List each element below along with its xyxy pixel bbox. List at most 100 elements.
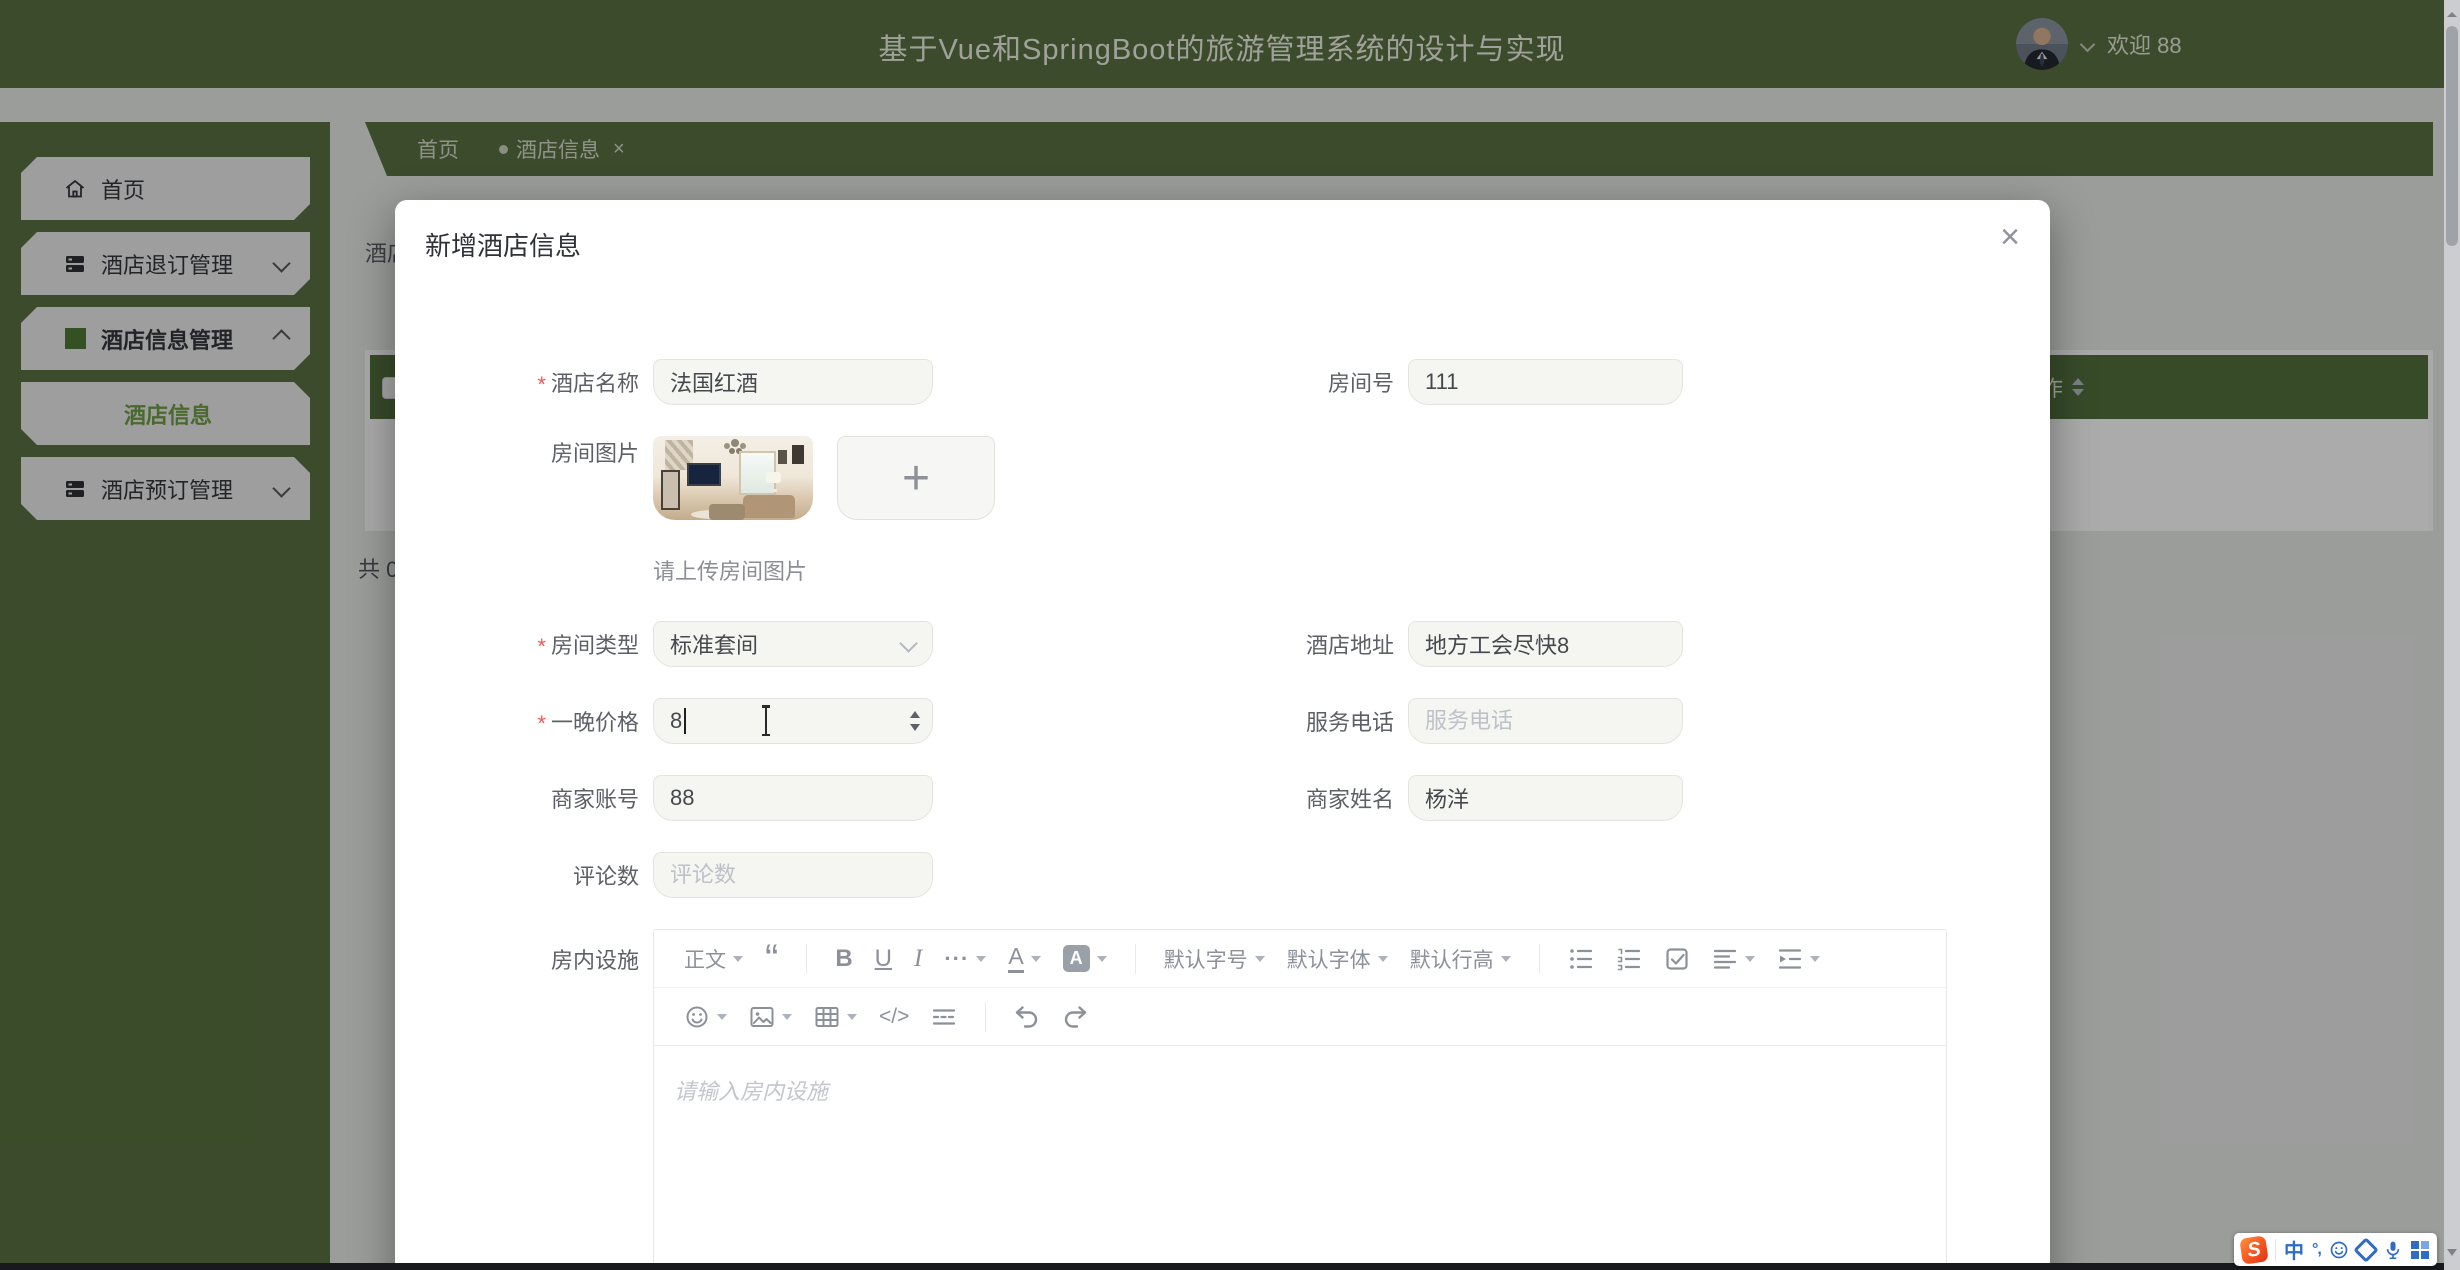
toolbar-emoji-button[interactable] [684, 1004, 727, 1030]
merchant-name-label: 商家姓名 [933, 782, 1408, 814]
merchant-name-input[interactable] [1408, 775, 1683, 821]
number-stepper[interactable] [910, 706, 920, 736]
dropdown-caret-icon [847, 1014, 857, 1025]
dropdown-caret-icon [1501, 956, 1511, 967]
toolbar-separator [806, 944, 807, 974]
toolbar-highlight-color-button[interactable]: A [1063, 945, 1107, 972]
price-input[interactable]: 8 [653, 698, 933, 744]
price-label: * 一晚价格 [395, 705, 653, 737]
ime-emoji-button[interactable] [2329, 1240, 2349, 1260]
toolbar-separator [2275, 1239, 2276, 1261]
todo-checkbox-icon [1664, 946, 1690, 972]
toolbar-table-button[interactable] [814, 1004, 857, 1030]
hotel-name-label: * 酒店名称 [395, 366, 653, 398]
service-phone-input[interactable] [1408, 698, 1683, 744]
toolbar-undo-button[interactable] [1014, 1004, 1040, 1030]
screen-bottom-edge [0, 1263, 2460, 1270]
toolbar-redo-button[interactable] [1062, 1004, 1088, 1030]
undo-icon [1014, 1004, 1040, 1030]
dropdown-caret-icon [1378, 956, 1388, 967]
sogou-logo-icon[interactable]: S [2239, 1235, 2268, 1264]
hotel-name-input[interactable] [653, 359, 933, 405]
required-star: * [537, 634, 546, 660]
room-type-select[interactable]: 标准套间 [653, 621, 933, 667]
stepper-down-icon[interactable] [910, 724, 920, 736]
toolbar-font-size-button[interactable]: 默认字号 [1164, 944, 1265, 974]
toolbar-indent-button[interactable] [1777, 946, 1820, 972]
hotel-address-input[interactable] [1408, 621, 1683, 667]
ime-language-button[interactable]: 中 [2284, 1235, 2304, 1264]
ibeam-cursor [765, 707, 767, 734]
add-hotel-dialog: 新增酒店信息 × * 酒店名称 房间号 [395, 200, 2050, 1270]
dialog-title: 新增酒店信息 [425, 231, 581, 261]
dropdown-caret-icon [976, 956, 986, 967]
toolbar-separator [1539, 944, 1540, 974]
toolbar-font-color-button[interactable]: A [1008, 944, 1040, 972]
merchant-account-input[interactable] [653, 775, 933, 821]
room-no-input[interactable] [1408, 359, 1683, 405]
plus-icon: + [902, 451, 930, 506]
browser-scrollbar[interactable] [2444, 0, 2460, 1270]
bullet-list-icon [1568, 946, 1594, 972]
dropdown-caret-icon [1097, 956, 1107, 967]
microphone-icon [2383, 1240, 2403, 1260]
stepper-up-icon[interactable] [910, 706, 920, 718]
chevron-down-icon [899, 634, 917, 652]
ime-voice-button[interactable] [2383, 1240, 2403, 1260]
scrollbar-up-arrow-icon[interactable] [2447, 7, 2457, 17]
editor-toolbar-row-1: 正文 “ B U I ··· A A [654, 930, 1946, 987]
dropdown-caret-icon [1745, 956, 1755, 967]
dropdown-caret-icon [733, 956, 743, 967]
toolbar-underline-button[interactable]: U [875, 945, 892, 973]
horizontal-rule-icon [931, 1004, 957, 1030]
ime-handwriting-button[interactable] [2357, 1241, 2375, 1259]
emoji-icon [684, 1004, 710, 1030]
redo-icon [1062, 1004, 1088, 1030]
room-image-label: 房间图片 [395, 436, 653, 468]
comment-count-label: 评论数 [395, 859, 653, 891]
toolbar-align-button[interactable] [1712, 946, 1755, 972]
toolbar-todo-button[interactable] [1664, 946, 1690, 972]
facilities-label: 房内设施 [395, 929, 653, 975]
toolbar-separator [1135, 944, 1136, 974]
editor-toolbar-row-2: </> [654, 987, 1946, 1046]
editor-content-area[interactable]: 请输入房内设施 [654, 1046, 1946, 1270]
smiley-icon [2329, 1240, 2349, 1260]
scrollbar-down-arrow-icon[interactable] [2447, 1249, 2457, 1261]
toolbar-image-button[interactable] [749, 1004, 792, 1030]
dropdown-caret-icon [717, 1014, 727, 1025]
toolbar-italic-button[interactable]: I [914, 945, 922, 973]
toolbar-more-styles-button[interactable]: ··· [944, 946, 986, 972]
toolbar-line-height-button[interactable]: 默认行高 [1410, 944, 1511, 974]
toolbar-ordered-list-button[interactable] [1616, 946, 1642, 972]
dialog-close-button[interactable]: × [2000, 220, 2020, 254]
comment-count-input[interactable] [653, 852, 933, 898]
toolbar-paragraph-button[interactable]: 正文 [684, 944, 743, 974]
eraser-icon [2353, 1237, 2378, 1262]
toolbar-quote-button[interactable]: “ [765, 939, 778, 979]
hotel-form: * 酒店名称 房间号 房间图片 [395, 359, 2050, 1270]
toolbar-font-family-button[interactable]: 默认字体 [1287, 944, 1388, 974]
dialog-header: 新增酒店信息 × [395, 200, 2050, 263]
dropdown-caret-icon [1810, 956, 1820, 967]
screen: 基于Vue和SpringBoot的旅游管理系统的设计与实现 [0, 0, 2460, 1270]
toolbar-bullet-list-button[interactable] [1568, 946, 1594, 972]
toolbar-bold-button[interactable]: B [835, 945, 852, 973]
room-image-thumbnail[interactable] [653, 436, 813, 520]
ime-toolbox-button[interactable] [2411, 1241, 2429, 1259]
scrollbar-thumb[interactable] [2446, 26, 2458, 246]
toolbar-divider-button[interactable] [931, 1004, 957, 1030]
room-no-label: 房间号 [933, 366, 1408, 398]
room-type-label: * 房间类型 [395, 628, 653, 660]
align-icon [1712, 946, 1738, 972]
required-star: * [537, 372, 546, 398]
toolbar-code-button[interactable]: </> [879, 1005, 909, 1029]
input-method-toolbar: S 中 °, [2234, 1233, 2437, 1266]
upload-plus-button[interactable]: + [837, 436, 995, 520]
grid-icon [2411, 1241, 2429, 1259]
text-caret [684, 708, 686, 734]
ime-punctuation-button[interactable]: °, [2312, 1241, 2321, 1259]
upload-tip: 请上传房间图片 [653, 554, 807, 586]
image-icon [749, 1004, 775, 1030]
dropdown-caret-icon [1255, 956, 1265, 967]
